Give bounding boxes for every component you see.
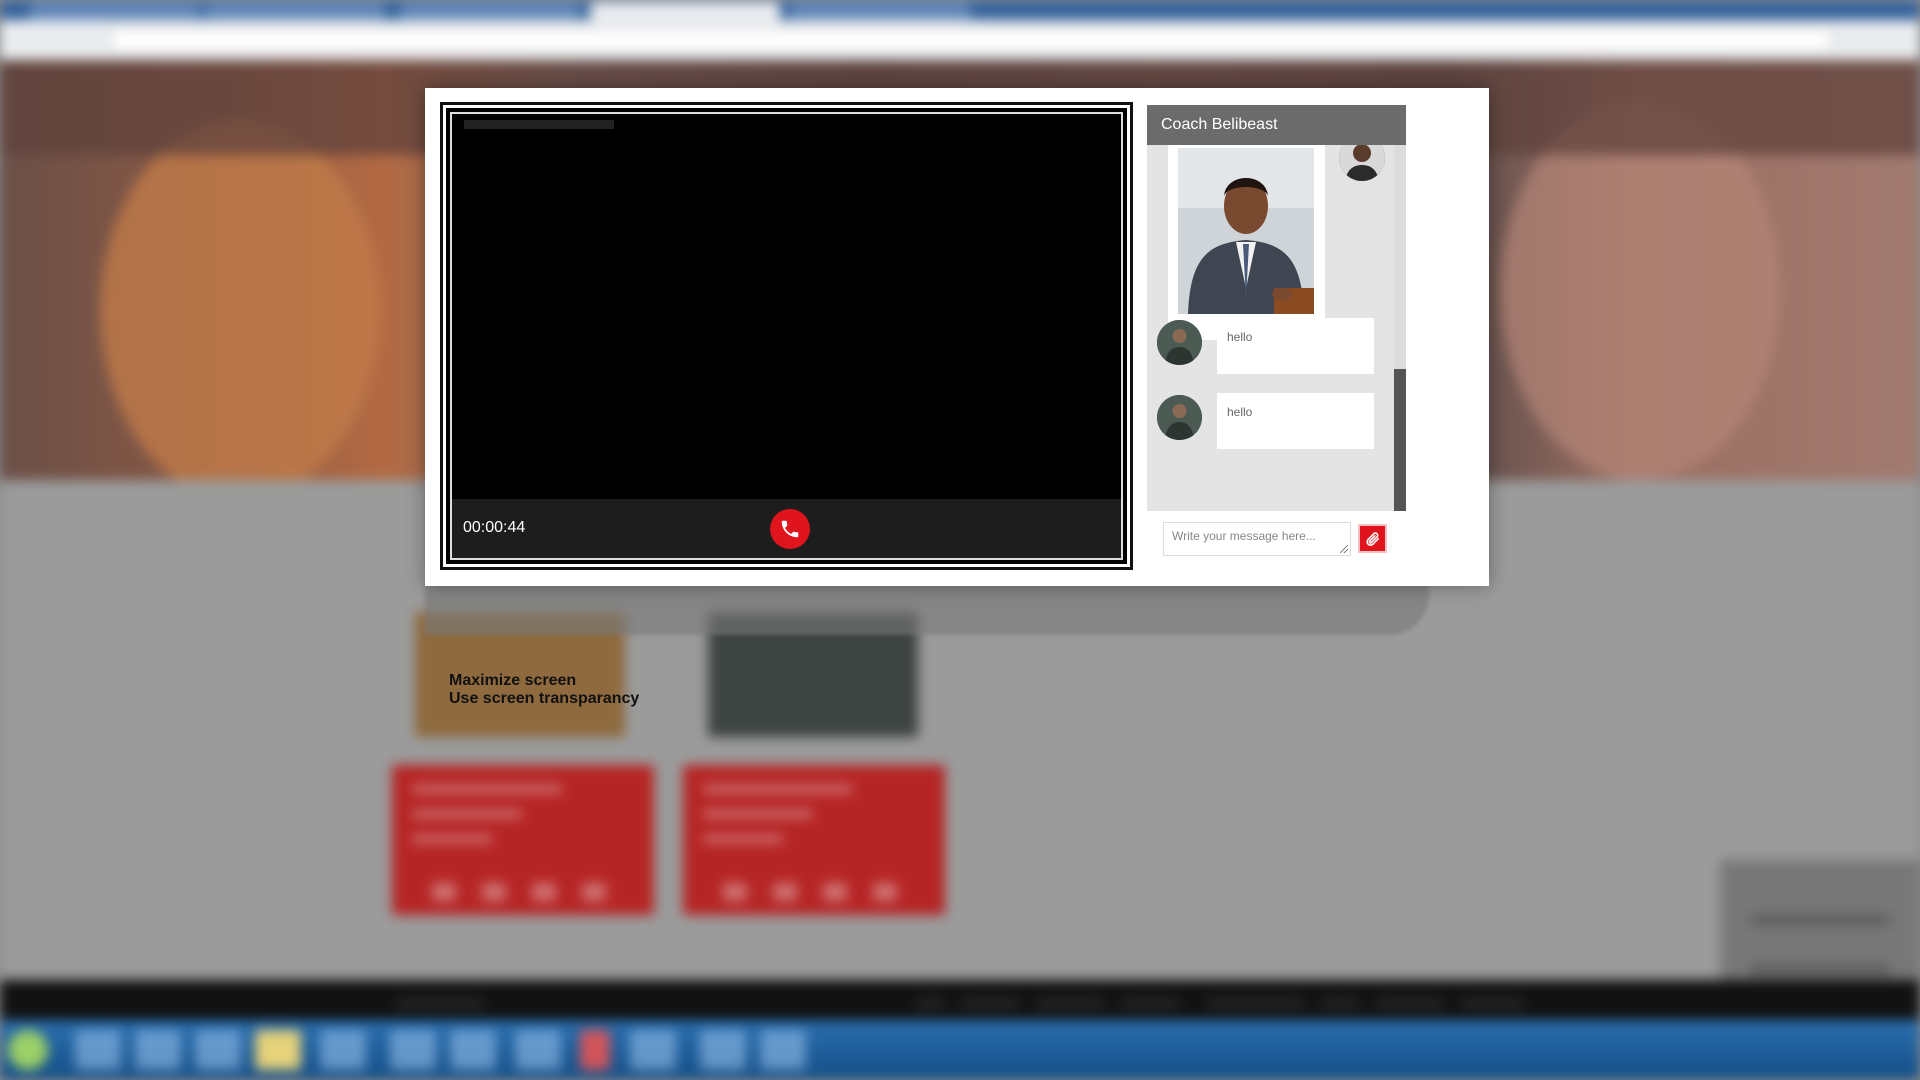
video-caption-bar <box>464 120 614 129</box>
browser-tab <box>205 2 385 20</box>
address-bar <box>110 28 1832 52</box>
taskbar-item <box>255 1030 301 1070</box>
screen-transparency-option[interactable]: Use screen transparancy <box>449 690 639 708</box>
scrollbar-thumb[interactable] <box>1394 369 1406 511</box>
browser-tab <box>30 2 200 20</box>
chat-scrollbar[interactable] <box>1394 145 1406 511</box>
video-frame: 00:00:44 <box>440 102 1133 570</box>
browser-tab-active <box>590 2 780 20</box>
screen-options-hint: Maximize screen Use screen transparancy <box>449 672 639 708</box>
resize-handle[interactable] <box>1340 545 1348 553</box>
taskbar-item <box>580 1030 610 1070</box>
sender-avatar <box>1157 320 1202 365</box>
taskbar-item <box>700 1030 746 1070</box>
message-input-placeholder: Write your message here... <box>1172 529 1316 543</box>
taskbar-item <box>450 1030 496 1070</box>
taskbar-item <box>320 1030 366 1070</box>
phone-icon <box>781 520 799 538</box>
taskbar-item <box>515 1030 561 1070</box>
shared-photo-card[interactable] <box>1168 145 1325 340</box>
taskbar-item <box>630 1030 676 1070</box>
browser-tab <box>790 2 970 20</box>
video-controls: 00:00:44 <box>452 499 1121 558</box>
maximize-screen-option[interactable]: Maximize screen <box>449 672 639 690</box>
hero-figure <box>1500 100 1780 480</box>
message-bubble: hello <box>1217 318 1374 374</box>
chat-title: Coach Belibeast <box>1147 105 1406 145</box>
sender-avatar <box>1157 395 1202 440</box>
start-button <box>8 1030 48 1070</box>
browser-tab <box>400 2 580 20</box>
taskbar-item <box>195 1030 241 1070</box>
chat-message: hello <box>1157 393 1387 449</box>
attach-button[interactable] <box>1358 524 1387 553</box>
shared-photo <box>1178 148 1314 314</box>
taskbar-item <box>135 1030 181 1070</box>
taskbar-item <box>760 1030 806 1070</box>
hero-figure <box>100 120 380 500</box>
call-timer: 00:00:44 <box>463 519 526 536</box>
video-stream: 00:00:44 <box>450 112 1123 560</box>
message-bubble: hello <box>1217 393 1374 449</box>
profile-card <box>392 765 654 915</box>
paperclip-icon <box>1365 531 1379 546</box>
chat-message: hello <box>1157 318 1387 374</box>
taskbar-item <box>75 1030 121 1070</box>
profile-card <box>683 765 945 915</box>
message-input[interactable]: Write your message here... <box>1163 522 1351 556</box>
chat-panel: hello hello Coach Belibeast <box>1147 105 1406 511</box>
hangup-button[interactable] <box>770 509 810 549</box>
modal-shadow <box>425 580 1429 635</box>
taskbar-item <box>390 1030 436 1070</box>
